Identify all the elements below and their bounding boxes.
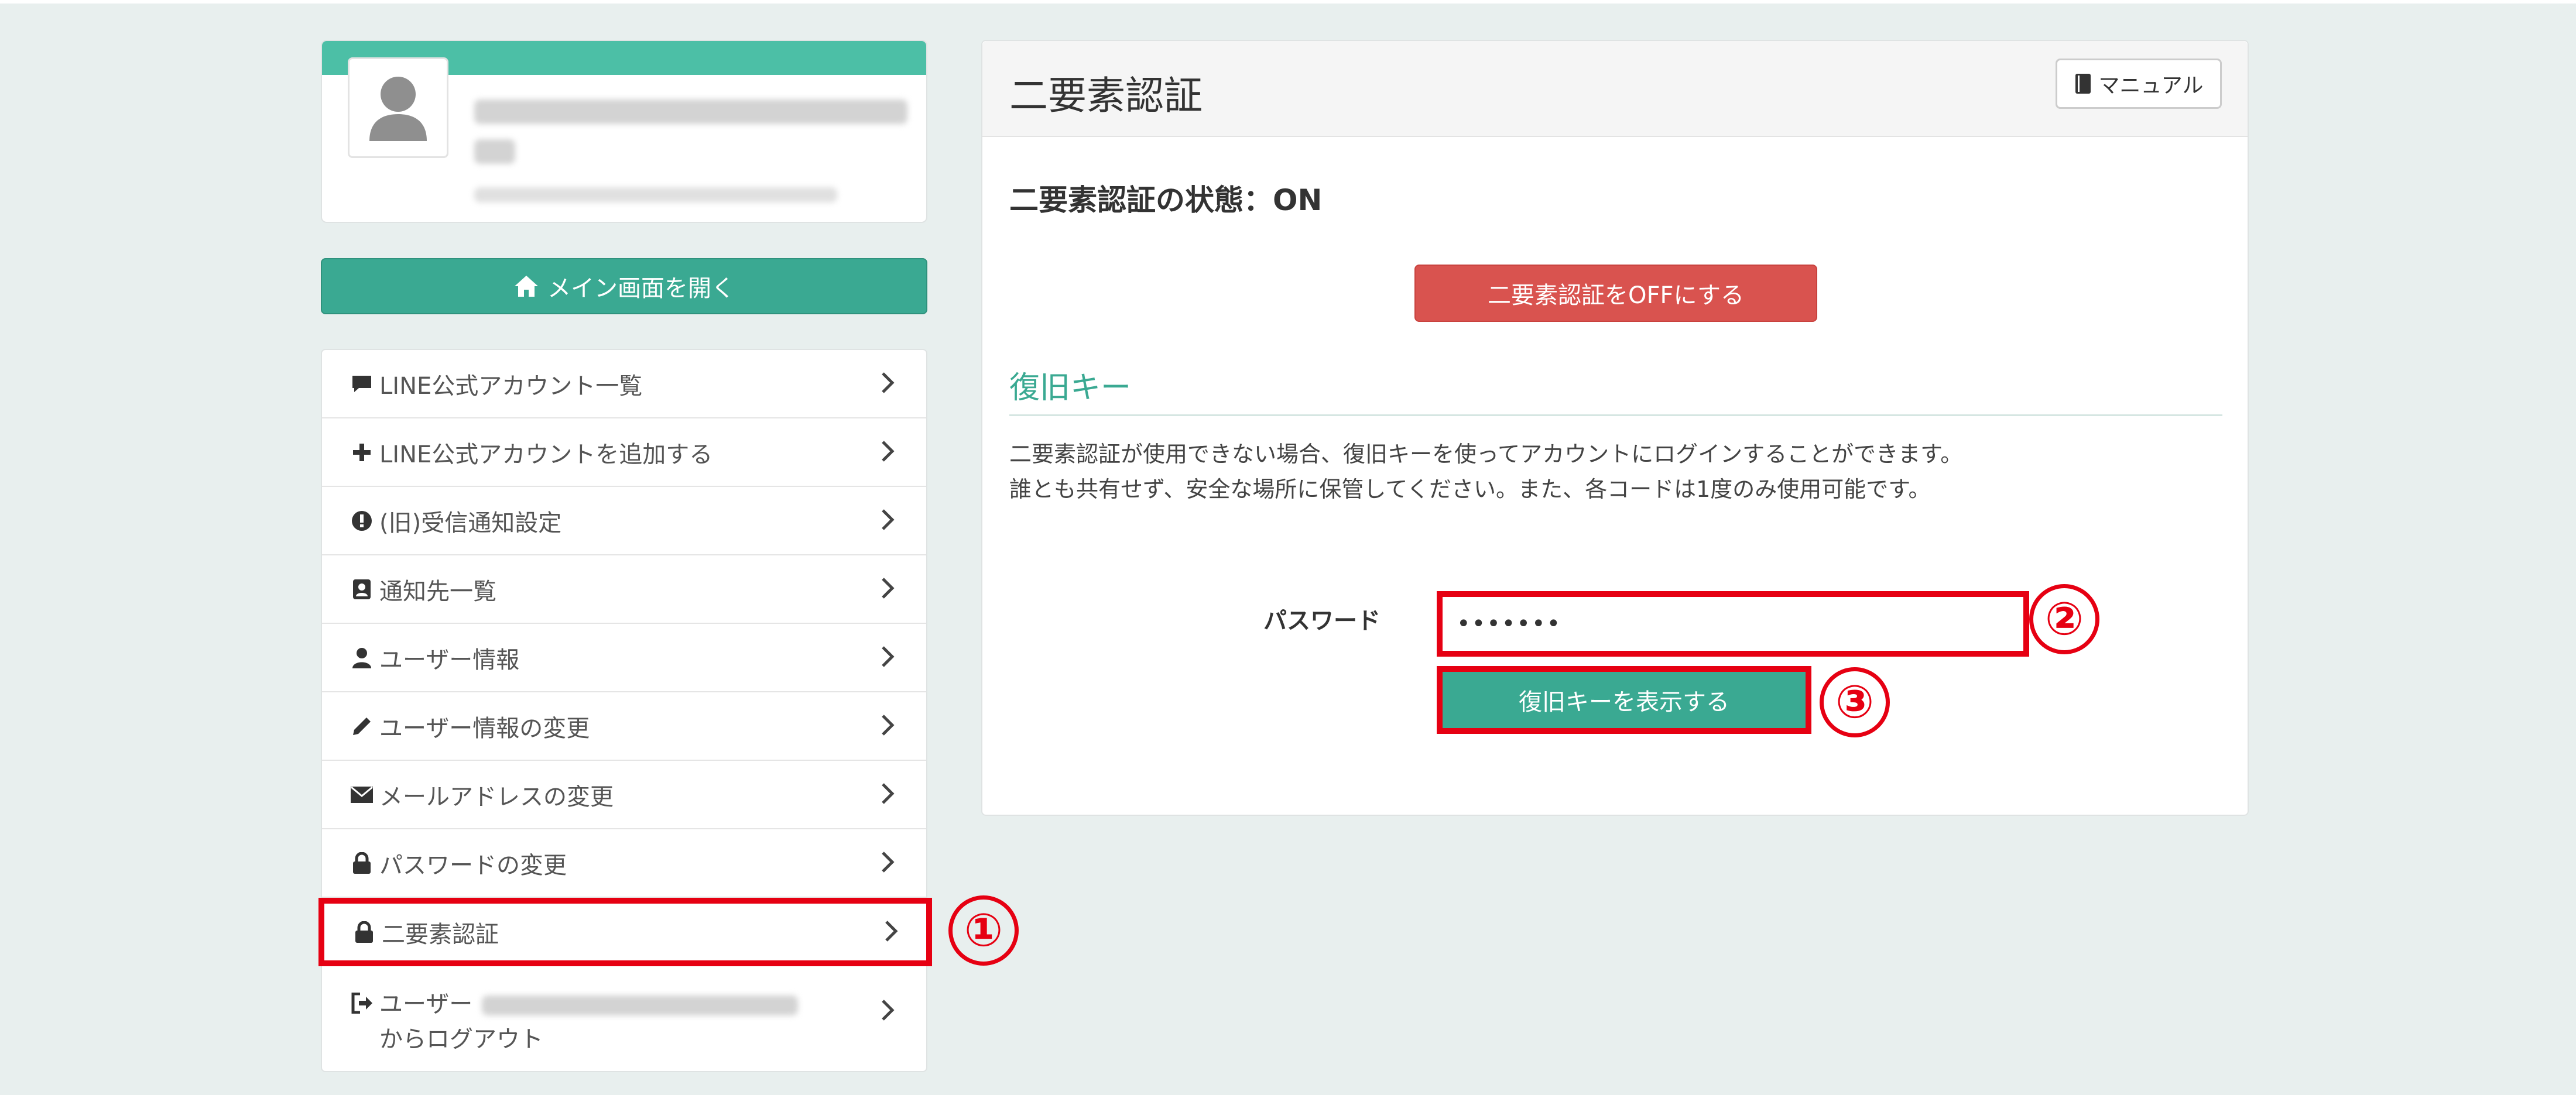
sidebar-item-label: LINE公式アカウントを追加する <box>379 441 713 468</box>
sidebar-item-label: LINE公式アカウント一覧 <box>379 372 643 400</box>
sidebar-item-two-factor-auth[interactable]: 二要素認証 <box>318 898 932 966</box>
open-main-screen-button[interactable]: メイン画面を開く <box>321 258 927 314</box>
chevron-right-icon <box>882 440 895 462</box>
profile-name-blurred <box>474 99 907 124</box>
sidebar-item-change-password[interactable]: パスワードの変更 <box>322 829 926 898</box>
lock-icon <box>351 921 377 943</box>
chevron-right-icon <box>882 372 895 393</box>
user-silhouette-icon <box>369 77 427 141</box>
profile-sub-blurred <box>474 187 837 202</box>
comment-icon <box>349 374 375 394</box>
sidebar-item-label: ユーザー情報の変更 <box>379 715 590 742</box>
profile-name-blurred-2 <box>474 139 515 164</box>
sidebar-item-label: 二要素認証 <box>382 921 499 948</box>
two-factor-panel: 二要素認証 マニュアル 二要素認証の状態：ON 二要素認証をOFFにする 復旧キ… <box>981 40 2249 816</box>
callout-1: ① <box>948 895 1019 966</box>
sign-out-icon <box>349 993 375 1014</box>
description-line-2: 誰とも共有せず、安全な場所に保管してください。また、各コードは1度のみ使用可能で… <box>1009 476 1931 502</box>
pencil-icon <box>349 716 375 737</box>
panel-header: 二要素認証 マニュアル <box>982 41 2248 137</box>
chevron-right-icon <box>882 851 895 873</box>
sidebar-item-add-line-account[interactable]: LINE公式アカウントを追加する <box>322 418 926 487</box>
profile-card <box>321 40 927 223</box>
sidebar-item-label: メールアドレスの変更 <box>379 783 614 811</box>
chevron-right-icon <box>882 646 895 667</box>
recovery-key-heading: 復旧キー <box>1009 370 1132 406</box>
logout-label-line2: からログアウト <box>379 1026 543 1053</box>
avatar <box>348 57 448 158</box>
sidebar-item-label: (旧)受信通知設定 <box>379 509 562 537</box>
chevron-right-icon <box>882 714 895 736</box>
chevron-right-icon <box>882 1000 895 1021</box>
book-icon <box>2075 74 2091 94</box>
manual-button-label: マニュアル <box>2098 74 2204 98</box>
show-recovery-key-button[interactable]: 復旧キーを表示する <box>1437 666 1811 734</box>
sidebar-item-logout[interactable]: ユーザー からログアウト <box>322 969 926 1069</box>
logout-label-line1: ユーザー <box>379 991 473 1018</box>
home-icon <box>515 276 538 297</box>
sidebar-item-label: パスワードの変更 <box>379 852 567 879</box>
manual-button[interactable]: マニュアル <box>2056 59 2222 109</box>
recovery-key-description: 二要素認証が使用できない場合、復旧キーを使ってアカウントにログインすることができ… <box>1009 437 1962 507</box>
section-divider <box>1009 414 2222 416</box>
top-edge <box>0 0 2576 4</box>
password-input[interactable] <box>1437 591 2029 657</box>
envelope-icon <box>349 786 375 804</box>
description-line-1: 二要素認証が使用できない場合、復旧キーを使ってアカウントにログインすることができ… <box>1009 441 1963 467</box>
sidebar-item-label: 通知先一覧 <box>379 578 496 605</box>
disable-two-factor-button[interactable]: 二要素認証をOFFにする <box>1414 265 1817 322</box>
chevron-right-icon <box>882 782 895 804</box>
password-label: パスワード <box>1263 607 1381 634</box>
sidebar-menu: LINE公式アカウント一覧 LINE公式アカウントを追加する (旧)受信通知設定… <box>318 349 932 1072</box>
sidebar-item-change-email[interactable]: メールアドレスの変更 <box>322 761 926 829</box>
sidebar-item-line-accounts[interactable]: LINE公式アカウント一覧 <box>322 350 926 418</box>
chevron-right-icon <box>885 920 898 942</box>
page-title: 二要素認証 <box>1009 73 1203 118</box>
chevron-right-icon <box>882 509 895 530</box>
callout-2: ② <box>2029 584 2099 654</box>
sidebar-item-notification-recipients[interactable]: 通知先一覧 <box>322 555 926 624</box>
callout-3: ③ <box>1820 667 1890 737</box>
sidebar-item-user-info[interactable]: ユーザー情報 <box>322 624 926 692</box>
logout-label-wrap: ユーザー からログアウト <box>379 987 799 1057</box>
user-icon <box>349 647 375 668</box>
two-factor-status: 二要素認証の状態：ON <box>1009 183 1323 217</box>
contact-card-icon <box>349 579 375 600</box>
sidebar-item-label: ユーザー情報 <box>379 646 520 674</box>
chevron-right-icon <box>882 577 895 599</box>
sidebar-item-edit-user-info[interactable]: ユーザー情報の変更 <box>322 692 926 761</box>
plus-icon <box>349 442 375 462</box>
sidebar-item-legacy-notification-settings[interactable]: (旧)受信通知設定 <box>322 487 926 555</box>
logout-username-blurred <box>482 996 799 1015</box>
open-main-screen-label: メイン画面を開く <box>547 275 735 302</box>
lock-icon <box>349 852 375 874</box>
exclamation-circle-icon <box>349 510 375 531</box>
